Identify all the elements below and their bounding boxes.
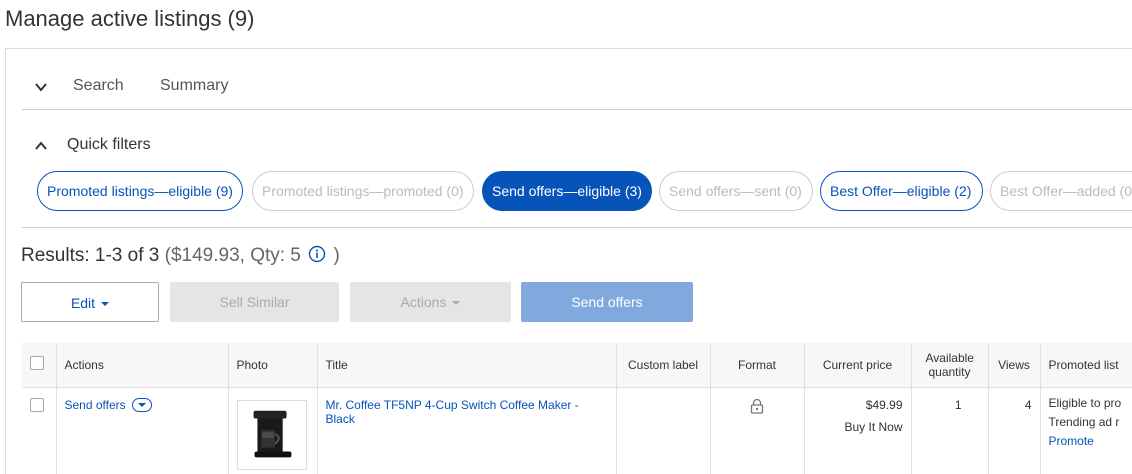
row-select-cell [22, 387, 57, 474]
filter-send-offers-sent[interactable]: Send offers—sent (0) [659, 171, 813, 211]
table-header-row: Actions Photo Title Custom label Format … [22, 343, 1132, 388]
coffee-maker-photo[interactable] [236, 399, 307, 470]
results-prefix: Results: 1-3 of 3 [21, 245, 160, 266]
actions-button-label: Actions [400, 294, 447, 310]
filter-best-offer-added[interactable]: Best Offer—added (0) [990, 171, 1132, 211]
quick-filter-pills: Promoted listings—eligible (9) Promoted … [37, 171, 1132, 211]
chevron-down-icon[interactable] [131, 398, 152, 413]
listings-table: Actions Photo Title Custom label Format … [22, 343, 1132, 474]
price-format: Buy It Now [844, 419, 903, 434]
filter-best-offer-eligible[interactable]: Best Offer—eligible (2) [820, 171, 983, 211]
results-count: Results: 1-3 of 3 ($149.93, Qty: 5 ) [21, 245, 340, 267]
header-available-quantity[interactable]: Available quantity [911, 343, 989, 388]
sell-similar-button[interactable]: Sell Similar [170, 282, 339, 322]
header-views[interactable]: Views [988, 343, 1041, 388]
row-views-cell: 4 [988, 387, 1041, 474]
row-promoted-cell: Eligible to pro Trending ad r Promote [1040, 387, 1132, 474]
edit-button-label: Edit [70, 295, 96, 311]
edit-button[interactable]: Edit [21, 282, 159, 322]
listing-title-link[interactable]: Mr. Coffee TF5NP 4-Cup Switch Coffee Mak… [326, 398, 579, 426]
row-title-cell: Mr. Coffee TF5NP 4-Cup Switch Coffee Mak… [317, 387, 617, 474]
tab-summary[interactable]: Summary [160, 77, 228, 95]
info-icon[interactable] [308, 245, 326, 263]
caret-down-icon [101, 302, 110, 306]
actions-button[interactable]: Actions [350, 282, 511, 322]
promoted-trending: Trending ad r [1048, 414, 1120, 429]
promoted-status: Eligible to pro [1048, 395, 1122, 410]
lock-icon [750, 398, 764, 414]
row-quantity-cell[interactable]: 1 [911, 387, 989, 474]
header-promoted[interactable]: Promoted list [1040, 343, 1132, 388]
chevron-up-icon[interactable] [34, 139, 48, 153]
results-summary-close: ) [333, 245, 340, 266]
header-format[interactable]: Format [710, 343, 805, 388]
header-current-price[interactable]: Current price [804, 343, 912, 388]
select-all-cell [22, 343, 57, 388]
caret-down-icon [452, 301, 461, 305]
send-offers-link[interactable]: Send offers [65, 398, 126, 412]
row-actions-cell: Send offers [56, 387, 229, 474]
price-value: $49.99 [865, 397, 903, 412]
table-row: Send offers Mr. Coffee TF5NP 4-Cup Switc… [22, 387, 1132, 474]
page-title: Manage active listings (9) [5, 6, 255, 31]
header-actions: Actions [56, 343, 229, 388]
filter-promoted-eligible[interactable]: Promoted listings—eligible (9) [37, 171, 243, 211]
row-format-cell [710, 387, 805, 474]
filter-send-offers-eligible[interactable]: Send offers—eligible (3) [482, 171, 652, 211]
row-checkbox[interactable] [30, 397, 44, 412]
send-offers-button[interactable]: Send offers [521, 282, 693, 322]
divider [22, 227, 1132, 228]
row-price-cell: $49.99 Buy It Now [804, 387, 912, 474]
header-photo: Photo [228, 343, 318, 388]
header-title[interactable]: Title [317, 343, 617, 388]
search-summary-bar: Search Summary [22, 62, 1132, 110]
row-photo-cell [228, 387, 318, 474]
row-custom-label-cell [616, 387, 711, 474]
promote-link[interactable]: Promote [1049, 432, 1125, 451]
results-summary: ($149.93, Qty: 5 [164, 245, 301, 266]
header-custom-label[interactable]: Custom label [616, 343, 711, 388]
chevron-down-icon[interactable] [34, 80, 48, 94]
select-all-checkbox[interactable] [30, 356, 44, 371]
quick-filters-label: Quick filters [67, 136, 151, 153]
tab-search[interactable]: Search [73, 77, 124, 95]
filter-promoted-promoted[interactable]: Promoted listings—promoted (0) [252, 171, 474, 211]
